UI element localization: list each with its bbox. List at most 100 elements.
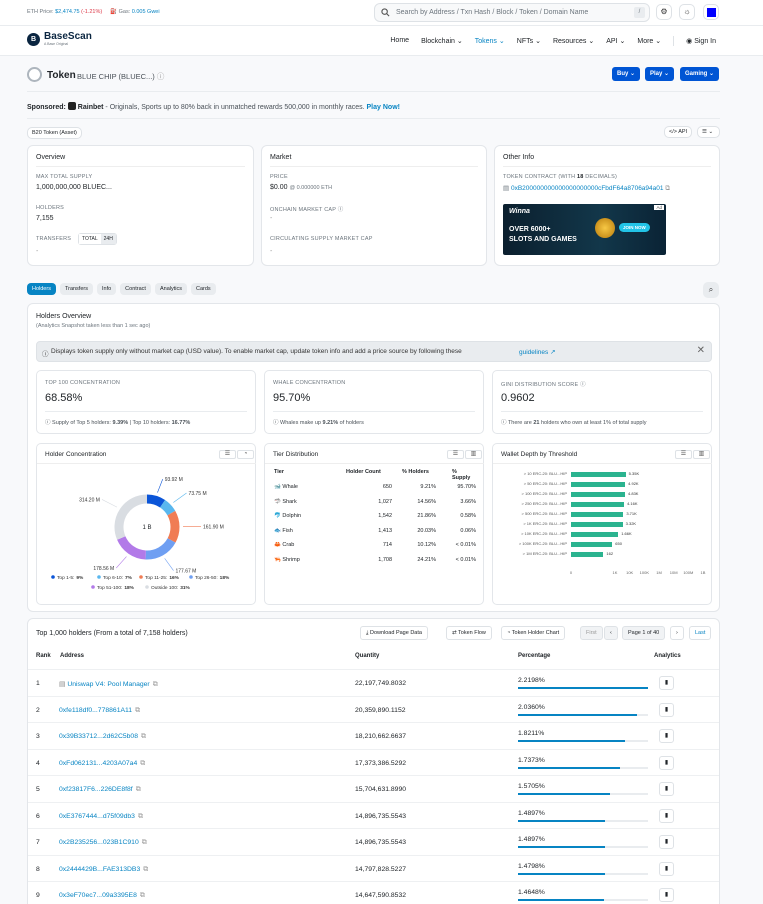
info-icon[interactable]: ⓘ	[580, 382, 586, 388]
guidelines-link[interactable]: guidelines ↗	[519, 348, 556, 356]
copy-icon[interactable]: ⧉	[143, 866, 148, 873]
address-link[interactable]: 0xE3767444...d75f09db3	[59, 813, 135, 820]
more-options-button[interactable]: ☰ ⌄	[697, 126, 720, 138]
copy-icon[interactable]: ⧉	[135, 707, 140, 714]
close-icon[interactable]: ✕	[697, 345, 705, 356]
prev-page-icon[interactable]: ‹	[604, 626, 618, 640]
gaming-button[interactable]: Gaming ⌄	[680, 67, 720, 81]
pie-view-icon[interactable]: ◔	[237, 450, 254, 459]
analytics-chart-icon[interactable]: ▮	[659, 861, 674, 876]
last-page-button[interactable]: Last	[689, 626, 712, 640]
tab-analytics[interactable]: Analytics	[154, 283, 187, 295]
tab-cards[interactable]: Cards	[190, 283, 216, 295]
legend-item[interactable]: Top 11-25: 16%	[139, 575, 180, 581]
theme-sun-icon[interactable]: ☼	[679, 4, 695, 20]
address-link[interactable]: 0x3eF70ec7...09a3395E8	[59, 892, 137, 899]
tab-transfers[interactable]: Transfers	[59, 283, 93, 295]
analytics-chart-icon[interactable]: ▮	[659, 835, 674, 849]
donut-slice[interactable]	[114, 494, 148, 540]
play-button[interactable]: Play ⌄	[645, 67, 675, 81]
nav-more[interactable]: More ⌄	[637, 37, 661, 46]
analytics-chart-icon[interactable]: ▮	[659, 676, 674, 690]
chart-view-icon[interactable]: ▥	[465, 450, 482, 459]
depth-bar[interactable]	[571, 552, 604, 557]
legend-item[interactable]: Top 26-50: 18%	[189, 575, 230, 581]
depth-bar[interactable]	[571, 502, 625, 507]
address-link[interactable]: 0x39B33712...2d62C5b08	[59, 733, 138, 740]
tab-info[interactable]: Info	[96, 283, 117, 295]
analytics-chart-icon[interactable]: ▮	[659, 888, 674, 902]
tab-contract[interactable]: Contract	[120, 283, 151, 295]
chart-view-icon[interactable]: ▥	[693, 450, 710, 459]
copy-icon[interactable]: ⧉	[153, 681, 158, 688]
address-link[interactable]: 0x2B235256...023B1C910	[59, 839, 139, 846]
copy-icon[interactable]: ⧉	[136, 786, 141, 793]
copy-icon[interactable]: ⧉	[141, 733, 146, 740]
tab-holders[interactable]: Holders	[27, 283, 56, 295]
depth-bar[interactable]	[571, 532, 619, 537]
eth-price[interactable]: $2,474.75	[55, 9, 79, 15]
list-view-icon[interactable]: ☰	[447, 450, 464, 459]
address-link[interactable]: Uniswap V4: Pool Manager	[67, 681, 149, 688]
copy-icon[interactable]: ⧉	[665, 185, 670, 192]
info-icon[interactable]: ⓘ	[157, 72, 165, 81]
copy-icon[interactable]: ⧉	[138, 813, 143, 820]
info-icon[interactable]: ⓘ	[338, 207, 344, 213]
next-page-icon[interactable]: ›	[670, 626, 684, 640]
nav-sign-in[interactable]: ◉ Sign In	[686, 37, 716, 46]
sponsor-brand[interactable]: Rainbet	[78, 104, 104, 111]
address-link[interactable]: 0x2444429B...FAE313DB3	[59, 866, 140, 873]
copy-icon[interactable]: ⧉	[142, 839, 147, 846]
nav-resources[interactable]: Resources ⌄	[553, 37, 594, 46]
copy-icon[interactable]: ⧉	[140, 892, 145, 899]
winna-ad-banner[interactable]: Winna OVER 6000+ SLOTS AND GAMES JOIN NO…	[503, 204, 666, 255]
first-page-button[interactable]: First	[580, 626, 603, 640]
donut-slice[interactable]	[159, 499, 176, 516]
toggle-24h[interactable]: 24H	[100, 234, 116, 244]
analytics-chart-icon[interactable]: ▮	[659, 782, 674, 796]
basescan-logo[interactable]: B BaseScan A Base Original	[27, 32, 92, 46]
nav-home[interactable]: Home	[390, 37, 409, 46]
address-link[interactable]: 0xfe118df0...778861A11	[59, 707, 132, 714]
depth-bar[interactable]	[571, 512, 624, 517]
address-link[interactable]: 0xFd062131...4203A07a4	[59, 760, 137, 767]
legend-item[interactable]: Top 1-5: 9%	[51, 575, 84, 581]
nav-tokens[interactable]: Tokens ⌄	[475, 37, 505, 46]
address-link[interactable]: 0xf23817F6...226DE8f8f	[59, 786, 133, 793]
depth-bar[interactable]	[571, 482, 626, 487]
search-input[interactable]: Search by Address / Txn Hash / Block / T…	[374, 3, 650, 22]
legend-item[interactable]: Top 51-100: 18%	[91, 585, 135, 591]
analytics-chart-icon[interactable]: ▮	[659, 755, 674, 770]
depth-bar[interactable]	[571, 492, 626, 497]
toggle-total[interactable]: TOTAL	[79, 234, 101, 244]
donut-slice[interactable]	[145, 538, 176, 560]
search-holders-icon[interactable]: ⌕	[703, 282, 719, 298]
nav-blockchain[interactable]: Blockchain ⌄	[421, 37, 463, 46]
donut-slice[interactable]	[146, 494, 166, 508]
copy-icon[interactable]: ⧉	[140, 760, 145, 767]
gas-value[interactable]: 0.005 Gwei	[132, 9, 160, 15]
depth-bar[interactable]	[571, 472, 626, 477]
sponsor-cta-link[interactable]: Play Now!	[367, 104, 400, 111]
nav-nfts[interactable]: NFTs ⌄	[517, 37, 541, 46]
download-page-data-button[interactable]: ⤓ Download Page Data	[360, 626, 428, 640]
buy-button[interactable]: Buy ⌄	[612, 67, 641, 81]
contract-address-link[interactable]: 0xB200000000000000000000cFbdF64a8706a94a…	[511, 185, 664, 192]
legend-item[interactable]: Outside 100: 31%	[145, 585, 191, 591]
token-flow-button[interactable]: ⇄ Token Flow	[446, 626, 492, 640]
analytics-chart-icon[interactable]: ▮	[659, 702, 674, 717]
list-view-icon[interactable]: ☰	[219, 450, 236, 459]
depth-bar[interactable]	[571, 542, 613, 547]
network-base-icon[interactable]	[703, 4, 719, 20]
donut-slice[interactable]	[167, 510, 180, 543]
list-view-icon[interactable]: ☰	[675, 450, 692, 459]
ad-join-button[interactable]: JOIN NOW	[619, 223, 650, 232]
token-holder-chart-button[interactable]: ◔ Token Holder Chart	[501, 626, 566, 640]
analytics-chart-icon[interactable]: ▮	[659, 808, 674, 823]
donut-slice[interactable]	[117, 535, 147, 560]
api-button[interactable]: </> API	[664, 126, 693, 138]
legend-item[interactable]: Top 6-10: 7%	[97, 575, 133, 581]
settings-gear-icon[interactable]: ⚙	[656, 4, 672, 20]
nav-api[interactable]: API ⌄	[606, 37, 625, 46]
analytics-chart-icon[interactable]: ▮	[659, 729, 674, 743]
